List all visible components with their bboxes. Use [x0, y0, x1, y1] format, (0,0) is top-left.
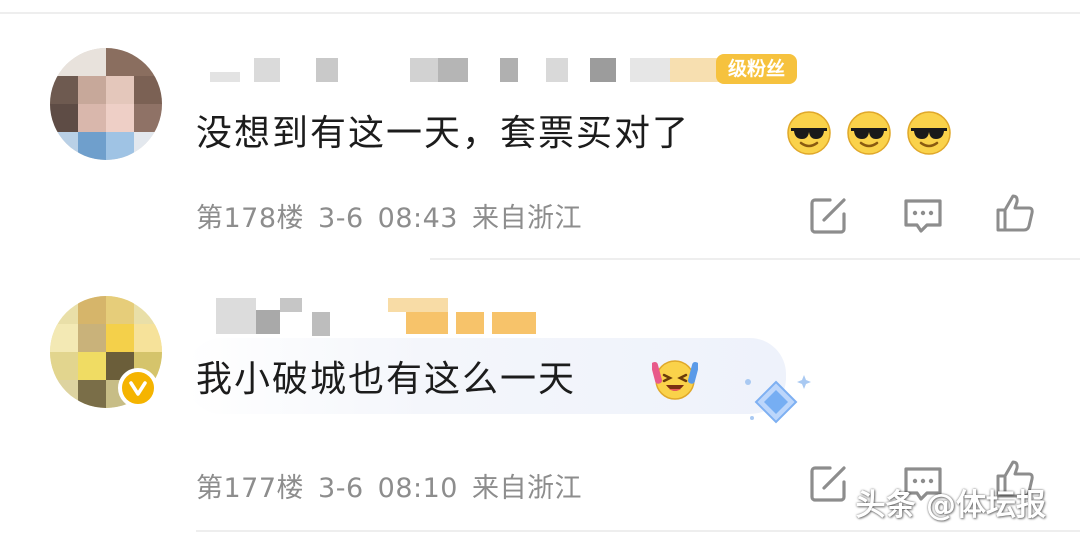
post-date: 3-6 — [318, 473, 364, 504]
comment-meta: 第178楼 3-6 08:43 来自浙江 — [196, 196, 596, 235]
diamond-decoration-icon — [745, 375, 811, 424]
sunglasses-emoji-icon — [907, 111, 951, 155]
comment-item-178: 级粉丝 没想到有这一天，套票买对了 第178楼 3-6 08:43 来自浙江 — [0, 0, 1080, 260]
bottom-divider — [196, 530, 1080, 532]
comment-meta: 第177楼 3-6 08:10 来自浙江 — [196, 466, 596, 505]
post-location: 来自浙江 — [471, 473, 582, 504]
username-blurred[interactable] — [216, 298, 546, 336]
repost-edit-icon[interactable] — [806, 192, 852, 238]
post-date: 3-6 — [318, 203, 364, 234]
post-time: 08:43 — [377, 203, 458, 234]
verified-badge-icon — [118, 368, 158, 408]
user-avatar[interactable] — [50, 48, 162, 160]
laughing-cheer-emoji-icon — [652, 360, 698, 400]
floor-number: 第177楼 — [196, 473, 305, 504]
source-watermark: 头条 @体坛报 — [855, 488, 1046, 523]
post-location: 来自浙江 — [471, 203, 582, 234]
repost-edit-icon[interactable] — [806, 460, 852, 506]
floor-number: 第178楼 — [196, 203, 305, 234]
like-thumb-icon[interactable] — [992, 190, 1038, 236]
fan-level-badge: 级粉丝 — [716, 54, 798, 84]
username-blurred[interactable] — [210, 58, 730, 84]
reply-comment-icon[interactable] — [900, 192, 946, 238]
sunglasses-emoji-icon — [787, 111, 831, 155]
comment-text: 没想到有这一天，套票买对了 — [196, 113, 691, 154]
post-time: 08:10 — [377, 473, 458, 504]
comment-text: 我小破城也有这么一天 — [196, 359, 577, 400]
sunglasses-emoji-icon — [847, 111, 891, 155]
